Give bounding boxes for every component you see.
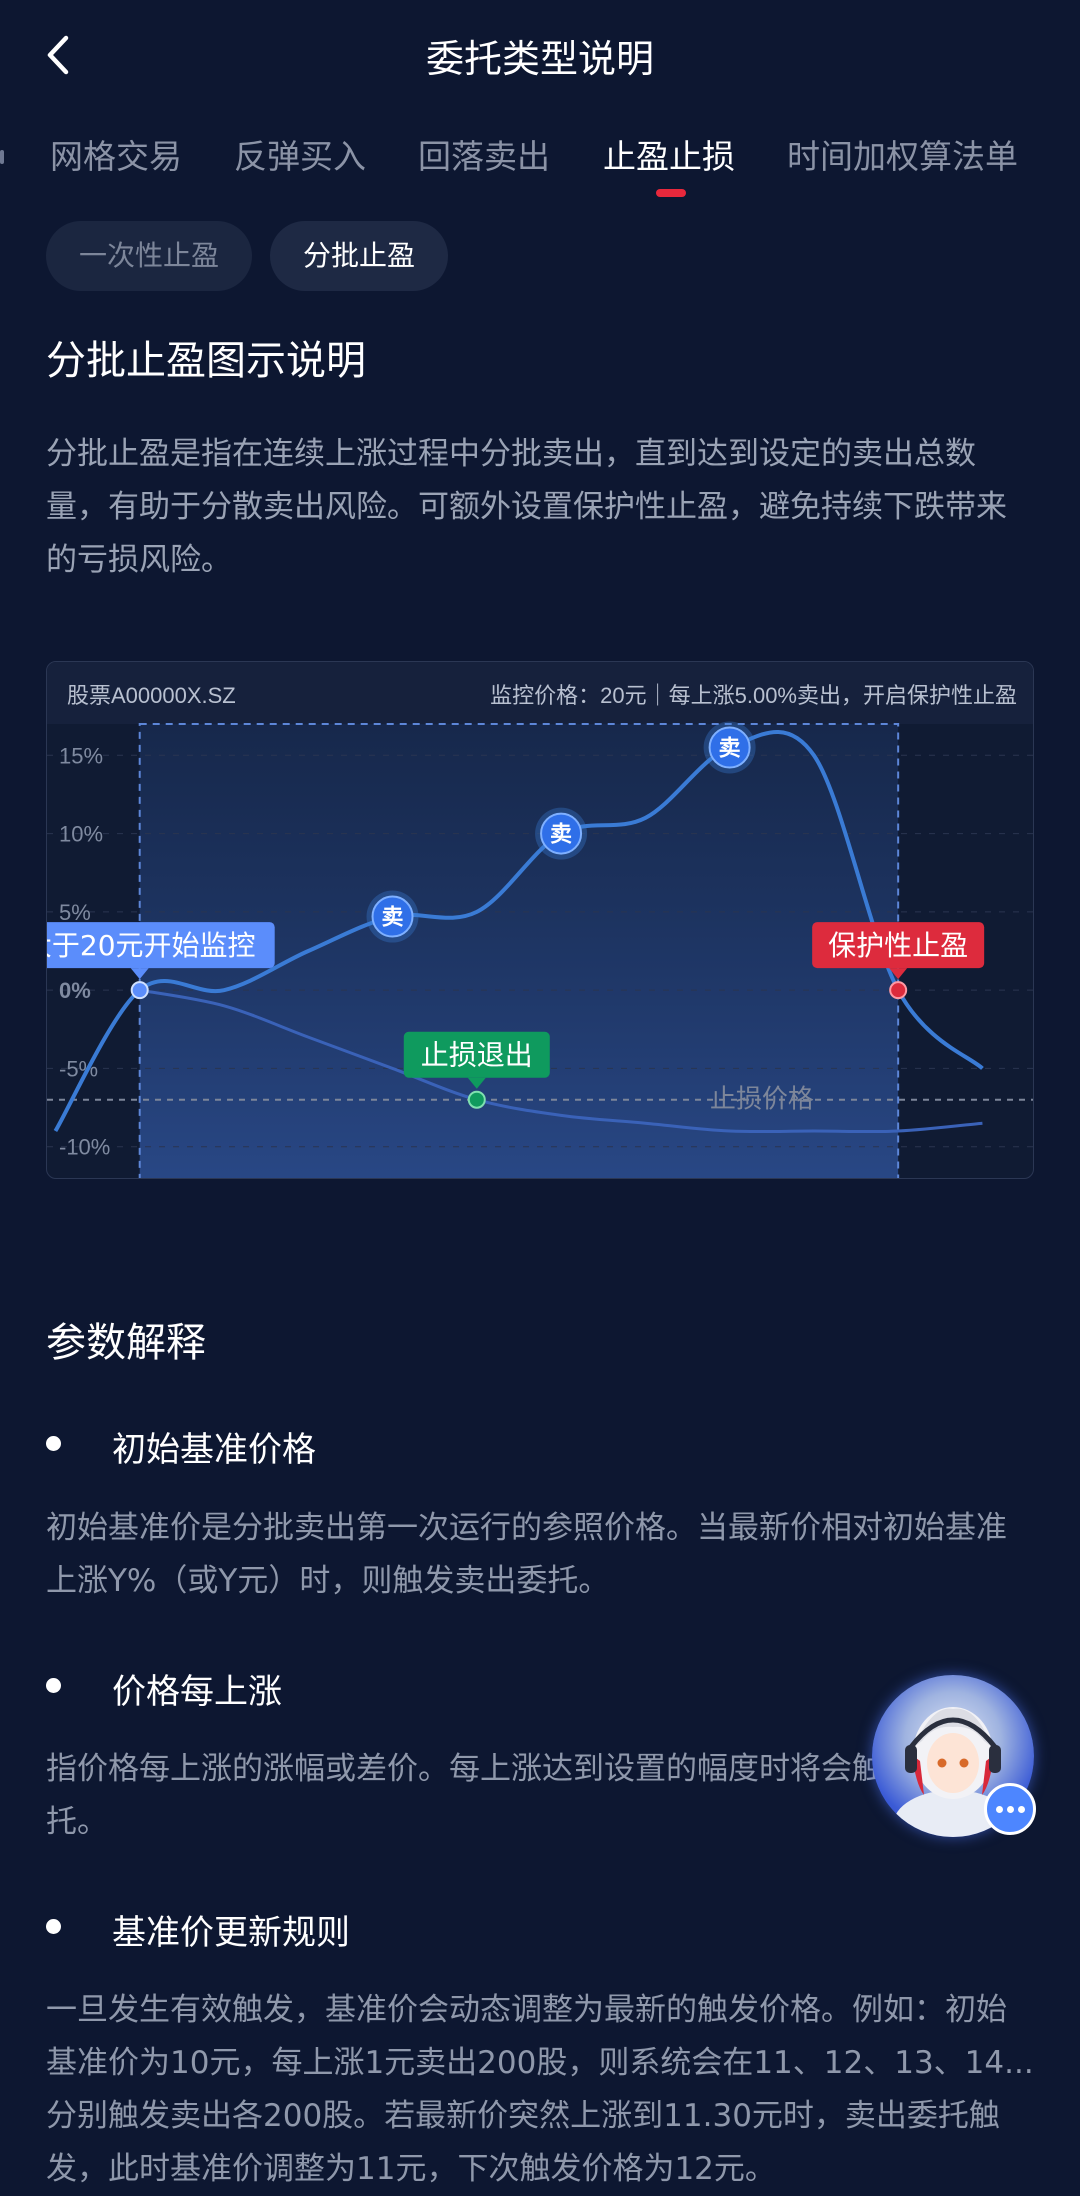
y-tick-label: 0% <box>59 978 91 1003</box>
chart-card: 股票A00000X.SZ 监控价格：20元｜每上涨5.00%卖出，开启保护性止盈… <box>46 661 1034 1179</box>
param-desc-initial-price: 初始基准价是分批卖出第一次运行的参照价格。当最新价相对初始基准上涨Y%（或Y元）… <box>46 1510 1007 1599</box>
start-marker <box>130 981 149 1000</box>
stop-loss-line-label: 止损价格 <box>710 1084 814 1114</box>
param-title-initial-price: 初始基准价格 <box>112 1430 316 1470</box>
sell-marker-label: 卖 <box>550 822 572 848</box>
subtab-one-time-take-profit[interactable]: 一次性止盈 <box>46 221 252 291</box>
sell-marker-label: 卖 <box>719 735 741 761</box>
bullet-dot <box>46 1678 61 1693</box>
param-title-price-step: 价格每上涨 <box>112 1672 282 1712</box>
y-tick-label: 15% <box>59 743 103 768</box>
tab-take-profit-stop-loss[interactable]: 止盈止损 <box>603 130 735 178</box>
y-tick-label: 10% <box>59 822 103 847</box>
protective-callout-text: 保护性止盈 <box>828 929 968 962</box>
params-title: 参数解释 <box>46 1320 206 1366</box>
tab-twap[interactable]: 时间加权算法单 <box>787 130 1018 178</box>
monitor-text: 监控价格：20元｜每上涨5.00%卖出，开启保护性止盈 <box>490 683 1017 708</box>
stock-label: 股票A00000X.SZ <box>67 683 236 708</box>
param-desc-update-rule: 一旦发生有效触发，基准价会动态调整为最新的触发价格。例如：初始基准价为10元，每… <box>46 1992 1034 2187</box>
chart-svg: 股票A00000X.SZ 监控价格：20元｜每上涨5.00%卖出，开启保护性止盈… <box>47 662 1033 1178</box>
active-tab-indicator <box>656 189 686 197</box>
bullet-dot <box>46 1919 61 1934</box>
bullet-dot <box>46 1436 61 1451</box>
intro-title: 分批止盈图示说明 <box>46 338 366 384</box>
chat-bubble-icon <box>984 1783 1036 1835</box>
sell-marker-label: 卖 <box>382 905 404 931</box>
stop-loss-exit-marker <box>467 1090 486 1109</box>
subtab-batch-take-profit[interactable]: 分批止盈 <box>270 221 448 291</box>
intro-text: 分批止盈是指在连续上涨过程中分批卖出，直到达到设定的卖出总数量，有助于分散卖出风… <box>46 436 1007 578</box>
protective-marker <box>889 981 908 1000</box>
y-tick-label: 5% <box>59 900 91 925</box>
param-title-update-rule: 基准价更新规则 <box>112 1913 350 1953</box>
tab-grid-trading[interactable]: 网格交易 <box>50 130 182 178</box>
tab-rebound-buy[interactable]: 反弹买入 <box>234 130 366 178</box>
y-tick-label: -10% <box>59 1135 110 1160</box>
assistant-avatar-button[interactable] <box>872 1675 1038 1841</box>
start-callout-text: 大于20元开始监控 <box>47 929 256 962</box>
tab-bar: 网格交易 反弹买入 回落卖出 止盈止损 时间加权算法单 <box>0 120 1080 200</box>
header-bar: 委托类型说明 <box>0 0 1080 110</box>
stop-loss-exit-callout-text: 止损退出 <box>421 1039 533 1072</box>
page-title: 委托类型说明 <box>425 37 654 81</box>
tab-pullback-sell[interactable]: 回落卖出 <box>418 130 550 178</box>
